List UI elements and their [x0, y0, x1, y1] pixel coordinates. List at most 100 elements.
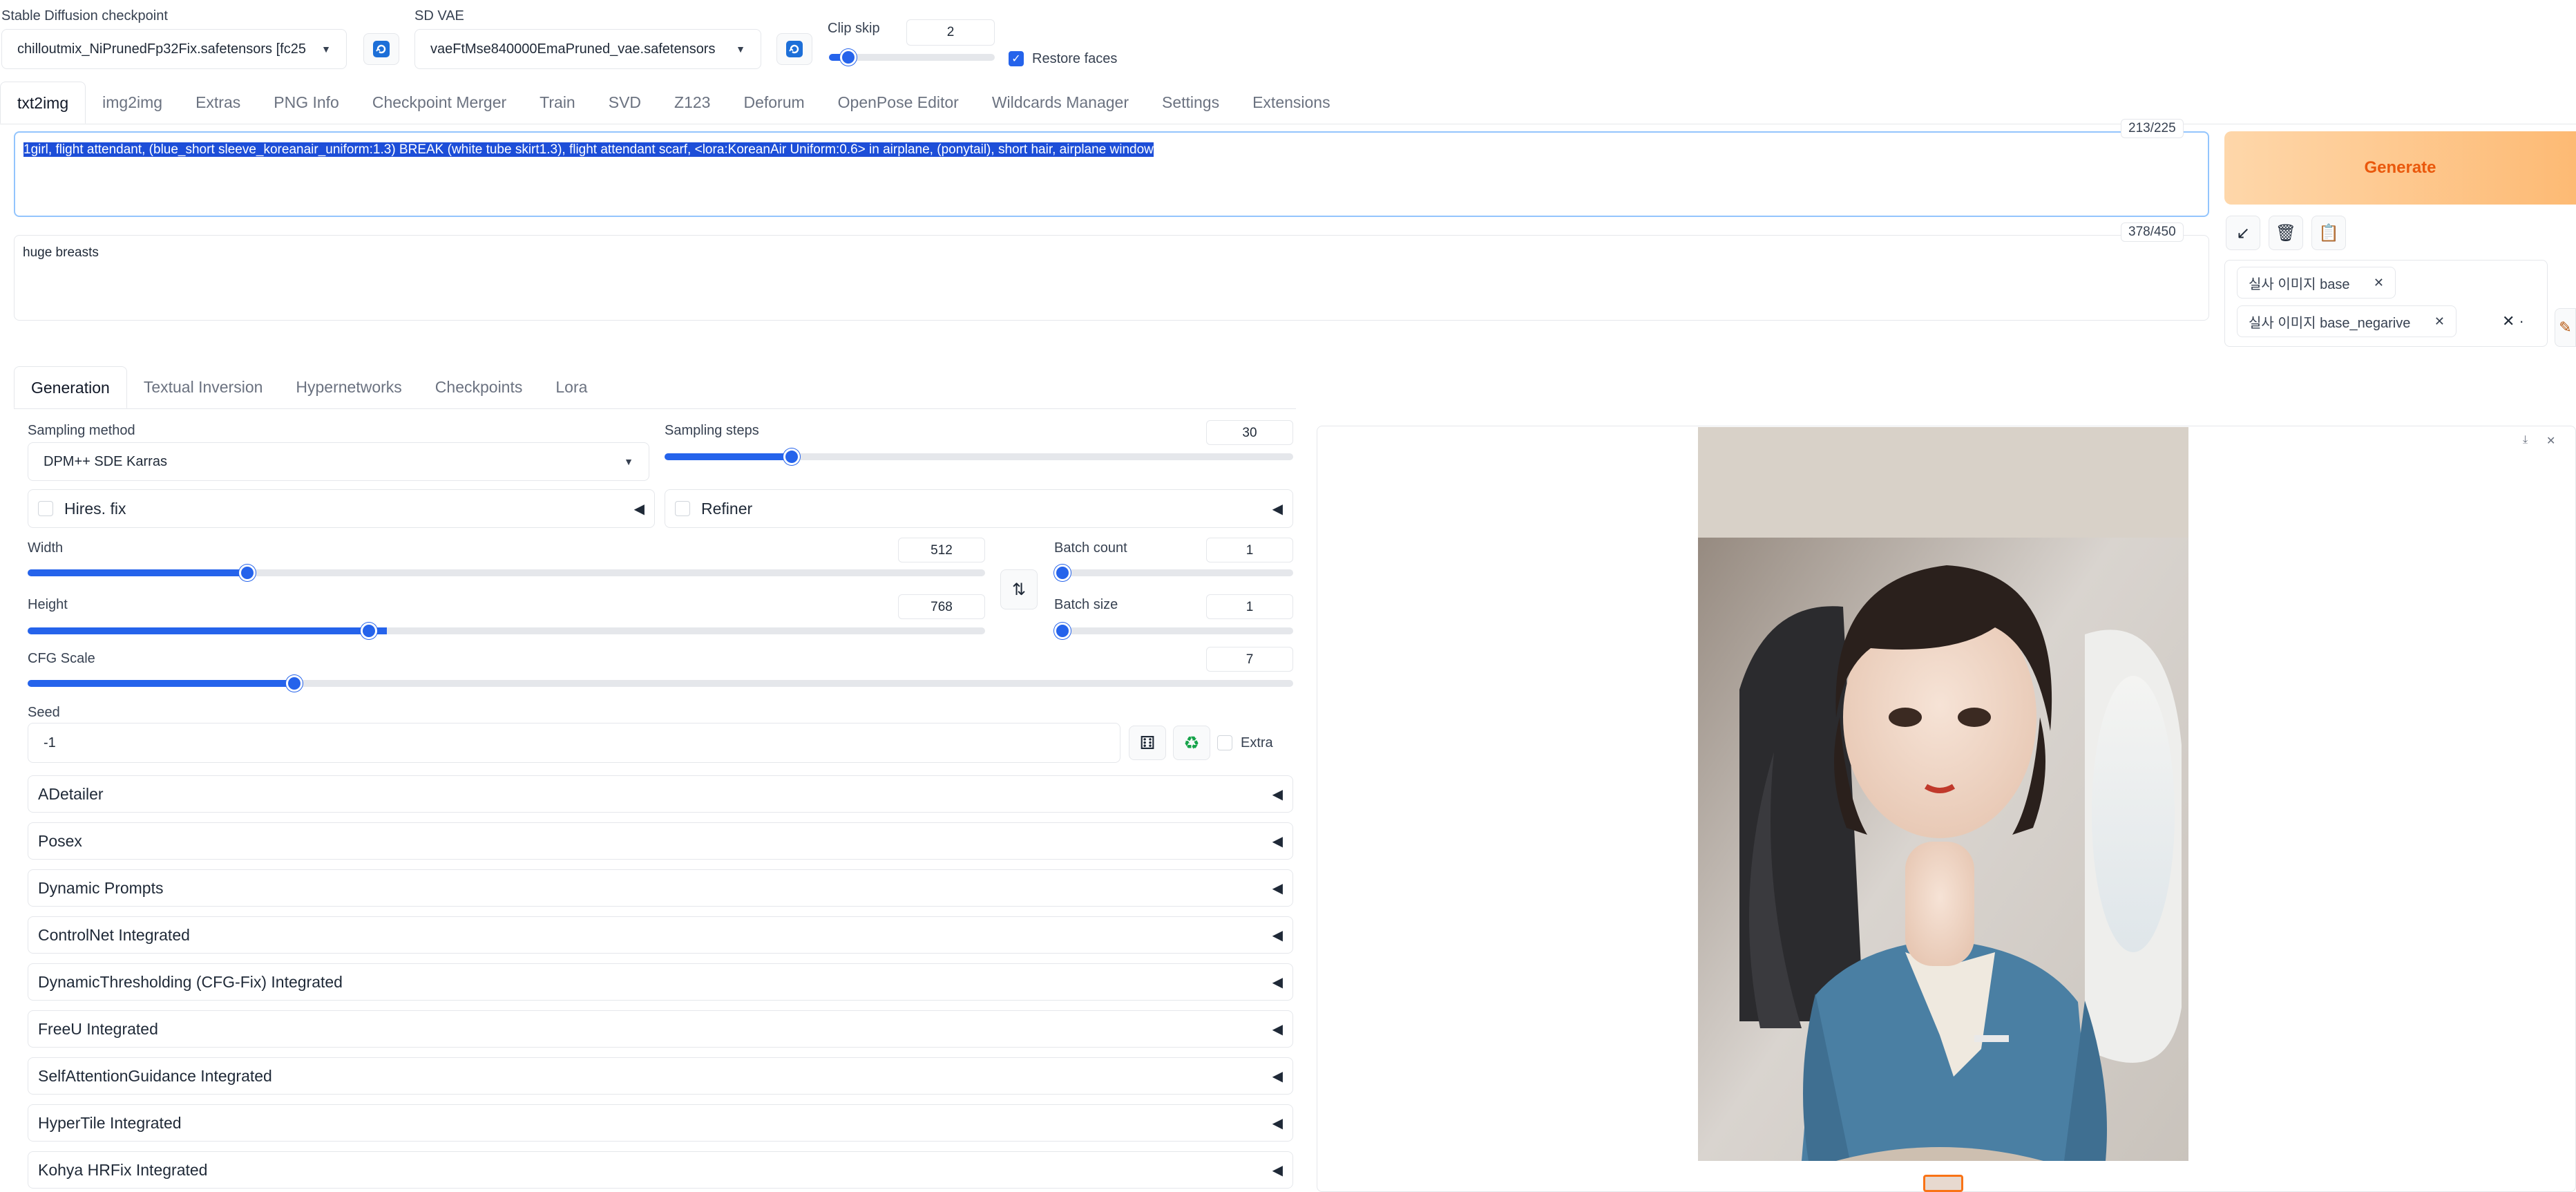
- tab-checkpoint-merger[interactable]: Checkpoint Merger: [356, 82, 523, 124]
- hires-fix-checkbox[interactable]: [38, 501, 53, 516]
- accordion-dynamic-prompts[interactable]: Dynamic Prompts ◀: [28, 869, 1293, 907]
- width-input[interactable]: 512: [898, 538, 985, 562]
- gallery-thumbnail[interactable]: [1923, 1175, 1963, 1192]
- refiner-label: Refiner: [701, 499, 753, 518]
- tab-z123[interactable]: Z123: [658, 82, 727, 124]
- tab-train[interactable]: Train: [523, 82, 592, 124]
- accordion-label: HyperTile Integrated: [38, 1113, 182, 1132]
- collapse-triangle-icon: ◀: [1272, 927, 1283, 943]
- close-icon[interactable]: ✕: [2546, 434, 2555, 448]
- tab-lora[interactable]: Lora: [539, 366, 604, 408]
- clip-skip-label: Clip skip: [828, 21, 880, 36]
- sampling-steps-thumb[interactable]: [783, 448, 800, 465]
- collapse-triangle-icon: ◀: [1272, 974, 1283, 990]
- close-icon[interactable]: ✕: [2374, 276, 2384, 290]
- refresh-vae-button[interactable]: [776, 33, 812, 65]
- cfg-scale-thumb[interactable]: [286, 675, 303, 692]
- width-thumb[interactable]: [239, 565, 256, 581]
- accordion-self-attention-guidance[interactable]: SelfAttentionGuidance Integrated ◀: [28, 1057, 1293, 1095]
- restore-faces-checkbox[interactable]: ✓: [1009, 51, 1024, 66]
- refiner-checkbox[interactable]: [675, 501, 690, 516]
- accordion-label: DynamicThresholding (CFG-Fix) Integrated: [38, 972, 343, 991]
- sampling-method-select[interactable]: DPM++ SDE Karras ▼: [28, 442, 649, 481]
- batch-count-label: Batch count: [1054, 540, 1127, 556]
- refresh-checkpoint-button[interactable]: [363, 33, 399, 65]
- close-icon[interactable]: ✕: [2434, 314, 2445, 329]
- height-input[interactable]: 768: [898, 594, 985, 619]
- tab-checkpoints[interactable]: Checkpoints: [419, 366, 540, 408]
- style-chip-base[interactable]: 실사 이미지 base ✕: [2237, 267, 2396, 299]
- accordion-controlnet[interactable]: ControlNet Integrated ◀: [28, 916, 1293, 954]
- tab-extensions[interactable]: Extensions: [1236, 82, 1347, 124]
- read-params-button[interactable]: ↙: [2226, 216, 2260, 250]
- apply-styles-button[interactable]: 📋: [2311, 216, 2346, 250]
- prompt-textarea[interactable]: 1girl, flight attendant, (blue_short sle…: [14, 131, 2209, 217]
- checkpoint-value: chilloutmix_NiPrunedFp32Fix.safetensors …: [17, 41, 306, 57]
- prompt-text: 1girl, flight attendant, (blue_short sle…: [23, 142, 1154, 157]
- checkpoint-select[interactable]: chilloutmix_NiPrunedFp32Fix.safetensors …: [1, 29, 347, 69]
- random-seed-button[interactable]: ⚅: [1129, 726, 1166, 760]
- clip-skip-thumb[interactable]: [840, 49, 857, 66]
- sampling-steps-input[interactable]: 30: [1206, 420, 1293, 445]
- collapse-triangle-icon: ◀: [1272, 880, 1283, 896]
- accordion-dynamic-thresholding[interactable]: DynamicThresholding (CFG-Fix) Integrated…: [28, 963, 1293, 1001]
- batch-count-input[interactable]: 1: [1206, 538, 1293, 562]
- tab-img2img[interactable]: img2img: [86, 82, 179, 124]
- hires-fix-accordion[interactable]: Hires. fix ◀: [28, 489, 655, 528]
- tab-png-info[interactable]: PNG Info: [257, 82, 356, 124]
- width-slider[interactable]: [28, 569, 985, 576]
- cfg-scale-input[interactable]: 7: [1206, 647, 1293, 672]
- height-slider[interactable]: [28, 627, 985, 634]
- accordion-kohya-hrfix[interactable]: Kohya HRFix Integrated ◀: [28, 1151, 1293, 1189]
- tab-svd[interactable]: SVD: [592, 82, 658, 124]
- batch-size-input[interactable]: 1: [1206, 594, 1293, 619]
- edit-styles-button[interactable]: ✎: [2555, 308, 2576, 347]
- tab-deforum[interactable]: Deforum: [727, 82, 821, 124]
- batch-size-slider[interactable]: [1054, 627, 1293, 634]
- extra-seed-label: Extra: [1241, 735, 1273, 750]
- tab-hypernetworks[interactable]: Hypernetworks: [279, 366, 418, 408]
- clear-styles-icon[interactable]: ✕ ·: [2502, 312, 2524, 330]
- refiner-accordion[interactable]: Refiner ◀: [665, 489, 1293, 528]
- style-chip-label: 실사 이미지 base_negarive: [2249, 315, 2411, 331]
- sampling-steps-slider[interactable]: [665, 453, 1293, 460]
- chevron-down-icon: ▼: [736, 44, 745, 55]
- extra-seed-checkbox[interactable]: [1217, 735, 1232, 750]
- swap-dimensions-button[interactable]: ⇅: [1000, 569, 1038, 609]
- download-icon[interactable]: ⤓: [2523, 434, 2528, 446]
- style-chip-label: 실사 이미지 base: [2249, 276, 2350, 292]
- chevron-down-icon: ▼: [624, 456, 633, 467]
- generate-button[interactable]: Generate: [2224, 131, 2576, 205]
- generated-image-art: [1698, 427, 2188, 1161]
- clip-skip-input[interactable]: 2: [906, 19, 995, 46]
- accordion-freeu[interactable]: FreeU Integrated ◀: [28, 1010, 1293, 1048]
- tab-extras[interactable]: Extras: [179, 82, 257, 124]
- batch-count-thumb[interactable]: [1054, 565, 1071, 581]
- tab-settings[interactable]: Settings: [1145, 82, 1236, 124]
- batch-size-thumb[interactable]: [1054, 623, 1071, 639]
- pencil-icon: ✎: [2559, 319, 2572, 336]
- clear-prompt-button[interactable]: 🗑: [2269, 216, 2303, 250]
- cfg-scale-slider[interactable]: [28, 680, 1293, 687]
- batch-count-slider[interactable]: [1054, 569, 1293, 576]
- reuse-seed-button[interactable]: ♻: [1173, 726, 1210, 760]
- height-thumb[interactable]: [361, 623, 377, 639]
- dice-icon: ⚅: [1139, 732, 1156, 753]
- accordion-posex[interactable]: Posex ◀: [28, 822, 1293, 860]
- tab-generation[interactable]: Generation: [14, 366, 127, 408]
- style-chip-negative[interactable]: 실사 이미지 base_negarive ✕: [2237, 305, 2456, 337]
- accordion-adetailer[interactable]: ADetailer ◀: [28, 775, 1293, 813]
- vae-select[interactable]: vaeFtMse840000EmaPruned_vae.safetensors …: [414, 29, 761, 69]
- tab-openpose-editor[interactable]: OpenPose Editor: [821, 82, 975, 124]
- tab-wildcards-manager[interactable]: Wildcards Manager: [975, 82, 1145, 124]
- tab-txt2img[interactable]: txt2img: [0, 82, 86, 124]
- negative-prompt-textarea[interactable]: huge breasts: [14, 235, 2209, 321]
- generation-tabs: Generation Textual Inversion Hypernetwor…: [14, 366, 1296, 409]
- clipboard-icon: 📋: [2318, 223, 2339, 243]
- accordion-hypertile[interactable]: HyperTile Integrated ◀: [28, 1104, 1293, 1142]
- negative-token-counter: 378/450: [2121, 223, 2184, 242]
- seed-input[interactable]: -1: [28, 723, 1120, 763]
- generated-image[interactable]: [1698, 427, 2188, 1161]
- restore-faces-label: Restore faces: [1032, 51, 1118, 66]
- tab-textual-inversion[interactable]: Textual Inversion: [127, 366, 280, 408]
